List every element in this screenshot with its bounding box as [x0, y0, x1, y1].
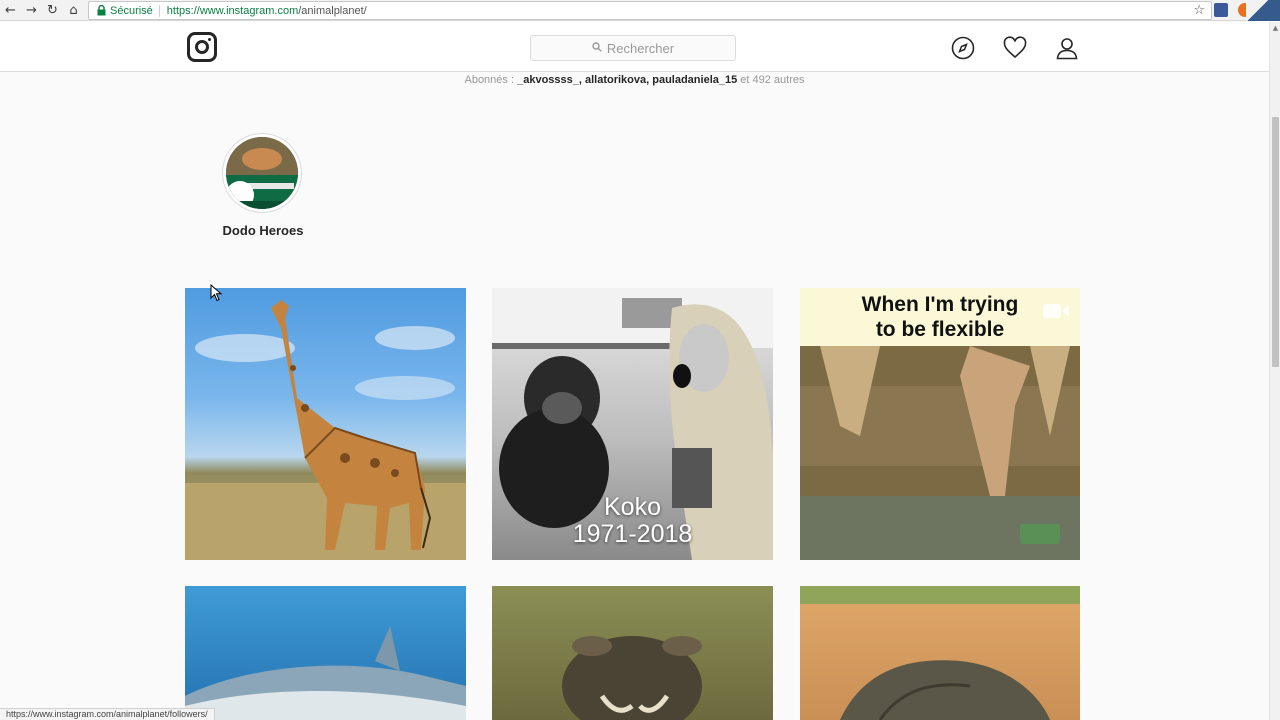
- post-caption-line-1: When I'm trying: [861, 293, 1019, 316]
- search-placeholder: Rechercher: [606, 40, 675, 56]
- followers-suffix[interactable]: et 492 autres: [740, 74, 804, 86]
- search-input[interactable]: Rechercher: [530, 35, 736, 61]
- highlight-avatar[interactable]: [222, 133, 302, 213]
- secure-label: Sécurisé: [110, 4, 160, 17]
- instagram-logo-icon[interactable]: [187, 32, 217, 62]
- highlight-thumbnail: [226, 137, 298, 209]
- explore-compass-icon[interactable]: [951, 36, 975, 60]
- post-shark[interactable]: [185, 586, 466, 720]
- scroll-up-icon[interactable]: ▲: [1270, 23, 1280, 34]
- url-host: https://www.instagram.com: [166, 4, 299, 17]
- post-giraffe[interactable]: [185, 288, 466, 560]
- lock-icon: [94, 4, 108, 18]
- followers-prefix: Abonnés :: [464, 74, 515, 86]
- post-komodo-dragon[interactable]: [800, 586, 1080, 720]
- post-overlay-name: Koko: [604, 493, 661, 521]
- video-icon: [1043, 304, 1069, 318]
- followers-names[interactable]: _akvossss_, allatorikova, pauladaniela_1…: [517, 74, 737, 86]
- instagram-header: Rechercher: [0, 22, 1269, 72]
- post-caption-line-2: to be flexible: [875, 318, 1005, 341]
- back-icon[interactable]: ←: [0, 0, 21, 21]
- post-overlay-years: 1971-2018: [572, 520, 693, 548]
- highlight-label[interactable]: Dodo Heroes: [200, 223, 326, 238]
- heart-icon[interactable]: [1003, 36, 1027, 60]
- bookmark-star-icon[interactable]: ☆: [1193, 3, 1205, 18]
- post-warthog[interactable]: [492, 586, 773, 720]
- mouse-cursor-icon: [210, 284, 222, 302]
- followed-by-line: Abonnés : _akvossss_, allatorikova, paul…: [0, 74, 1269, 86]
- post-koko-gorilla[interactable]: Koko 1971-2018: [492, 288, 773, 560]
- forward-icon[interactable]: →: [21, 0, 42, 21]
- browser-toolbar: ← → ↻ ⌂ Sécurisé https://www.instagram.c…: [0, 0, 1280, 21]
- reload-icon[interactable]: ↻: [42, 0, 63, 21]
- browser-status-bar: https://www.instagram.com/animalplanet/f…: [0, 708, 215, 720]
- extension-icon[interactable]: [1214, 3, 1228, 17]
- search-icon: [592, 41, 602, 55]
- post-giraffe-drinking[interactable]: When I'm trying to be flexible: [800, 288, 1080, 560]
- scroll-thumb[interactable]: [1272, 117, 1279, 367]
- profile-user-icon[interactable]: [1055, 36, 1079, 60]
- story-highlight[interactable]: [222, 133, 304, 213]
- url-path: /animalplanet/: [298, 4, 367, 17]
- profile-corner: [1246, 0, 1280, 21]
- page-scrollbar[interactable]: ▲: [1269, 22, 1280, 720]
- home-icon[interactable]: ⌂: [63, 0, 84, 21]
- address-bar[interactable]: Sécurisé https://www.instagram.com/anima…: [88, 1, 1212, 20]
